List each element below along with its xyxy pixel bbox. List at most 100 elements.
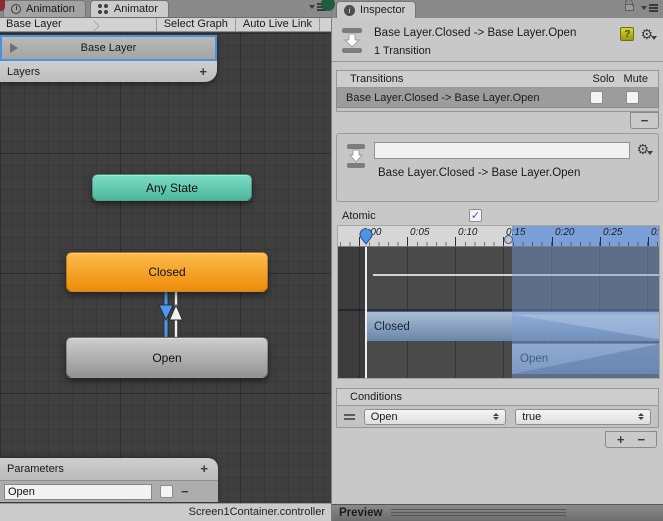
closed-bar-label: Closed [374,320,410,333]
condition-value-dropdown[interactable]: true [515,408,651,425]
transition-name-input[interactable] [374,142,630,159]
tick-label: 0:05 [410,227,430,238]
parameter-row: − [0,480,218,502]
animator-icon [97,4,109,14]
conditions-header: Conditions [336,388,659,406]
tab-inspector-label: Inspector [360,4,406,16]
playhead-line[interactable] [365,247,367,378]
parameter-name-input[interactable] [4,483,152,500]
tab-animation-label: Animation [26,3,75,15]
parameter-value-checkbox[interactable] [160,485,173,498]
breadcrumb[interactable]: Base Layer [0,18,62,31]
minor-ticks [340,242,659,246]
layer-foldout-icon[interactable] [10,43,18,53]
solo-label: Solo [592,73,615,85]
dropdown-arrows-icon [638,413,644,420]
tick-label: 0:25 [603,227,623,238]
remove-condition-button[interactable]: − [638,433,646,446]
add-parameter-button[interactable]: + [200,462,208,475]
inspector-menu-icon[interactable] [641,5,658,10]
node-open[interactable]: Open [66,337,268,378]
remove-transition-button[interactable]: − [630,112,659,129]
select-graph-button[interactable]: Select Graph [155,18,235,31]
tab-inspector[interactable]: i Inspector [336,1,417,18]
condition-parameter-dropdown[interactable]: Open [363,408,507,425]
detail-gear-caret-icon [647,151,653,155]
transition-detail-label: Base Layer.Closed -> Base Layer.Open [378,167,581,179]
add-condition-button[interactable]: + [617,433,625,446]
transition-row[interactable]: Base Layer.Closed -> Base Layer.Open [336,88,659,108]
animator-panel: Animation Animator Base Layer Select Gra… [0,0,331,521]
remove-parameter-button[interactable]: − [181,485,189,498]
playhead-pin[interactable] [359,229,373,245]
status-bar: Screen1Container.controller [0,503,331,521]
transition-icon [342,28,362,53]
inspector-title: Base Layer.Closed -> Base Layer.Open [374,27,577,39]
condition-drag-handle[interactable] [344,413,355,416]
transition-detail: ⚙ Base Layer.Closed -> Base Layer.Open [336,133,659,202]
animator-tabbar: Animation Animator [0,0,331,18]
condition-value: true [522,410,542,423]
condition-row: Open true [336,406,659,428]
transitions-header-label: Transitions [350,73,404,85]
tab-animation[interactable]: Animation [3,0,86,17]
node-closed-label: Closed [148,265,186,279]
transition-timeline[interactable]: 0:00 0:05 0:10 0:15 0:20 0:25 0:30 Close… [337,225,660,379]
layer-row-label: Base Layer [80,42,137,54]
transition-detail-icon [347,144,365,168]
layers-header: Layers + [0,61,217,82]
parameters-panel: Parameters + − [0,458,218,502]
layer-row-base-layer[interactable]: Base Layer [0,35,217,61]
parameters-header: Parameters + [0,458,218,480]
breadcrumb-chevron-icon [87,19,100,32]
tick-label: 0:30 [651,227,659,238]
timeline-ruler[interactable]: 0:00 0:05 0:10 0:15 0:20 0:25 0:30 [338,226,659,247]
solo-checkbox[interactable] [590,91,603,104]
atomic-checkbox[interactable] [469,209,482,222]
preview-bar[interactable]: Preview [332,504,663,521]
conditions-section: Conditions Open true + − [336,388,659,448]
preview-label: Preview [339,507,383,519]
transitions-header: Transitions Solo Mute [336,70,659,88]
dropdown-arrows-icon [493,413,500,420]
inspector-panel: i Inspector Base Layer.Closed -> Base La… [331,0,663,521]
condition-parameter-value: Open [370,410,398,423]
node-closed[interactable]: Closed [66,252,268,292]
mute-label: Mute [623,73,648,85]
transition-start-marker[interactable] [504,235,513,244]
tab-animator[interactable]: Animator [89,0,169,17]
atomic-row: Atomic [342,209,482,222]
tab-animator-label: Animator [113,3,158,15]
auto-live-link-button[interactable]: Auto Live Link [234,18,320,31]
gear-caret-icon [651,36,657,40]
conditions-header-label: Conditions [350,391,402,403]
node-open-label: Open [152,350,182,365]
layers-header-label: Layers [7,65,41,78]
lock-icon[interactable] [625,0,634,11]
condition-list-buttons: + − [605,431,657,448]
layers-panel: Base Layer Layers + [0,35,217,82]
animator-toolbar: Base Layer Select Graph Auto Live Link [0,18,331,32]
clock-icon [11,4,21,14]
atomic-label: Atomic [342,209,376,222]
node-any-state-label: Any State [145,180,199,195]
node-any-state[interactable]: Any State [92,174,252,201]
tick-label: 0:20 [555,227,575,238]
help-icon[interactable]: ? [620,27,635,41]
transitions-footer [336,108,659,112]
inspector-subtitle: 1 Transition [374,45,431,57]
preview-drag-handle[interactable] [391,509,567,517]
timeline-content[interactable]: Closed Open [338,247,659,378]
controller-name: Screen1Container.controller [188,506,325,518]
mute-checkbox[interactable] [626,91,639,104]
tick-label: 0:10 [458,227,478,238]
inspector-header: Base Layer.Closed -> Base Layer.Open 1 T… [332,18,663,62]
info-icon: i [344,4,355,16]
inspector-tabbar: i Inspector [332,0,663,18]
add-layer-button[interactable]: + [199,65,207,78]
graph-canvas[interactable]: Base Layer Layers + Any State Closed Ope… [0,33,331,503]
transitions-section: Transitions Solo Mute Base Layer.Closed … [336,70,659,129]
timeline-left-margin [338,247,366,378]
parameters-header-label: Parameters [7,463,64,475]
timeline-selection-overlay [512,247,659,378]
